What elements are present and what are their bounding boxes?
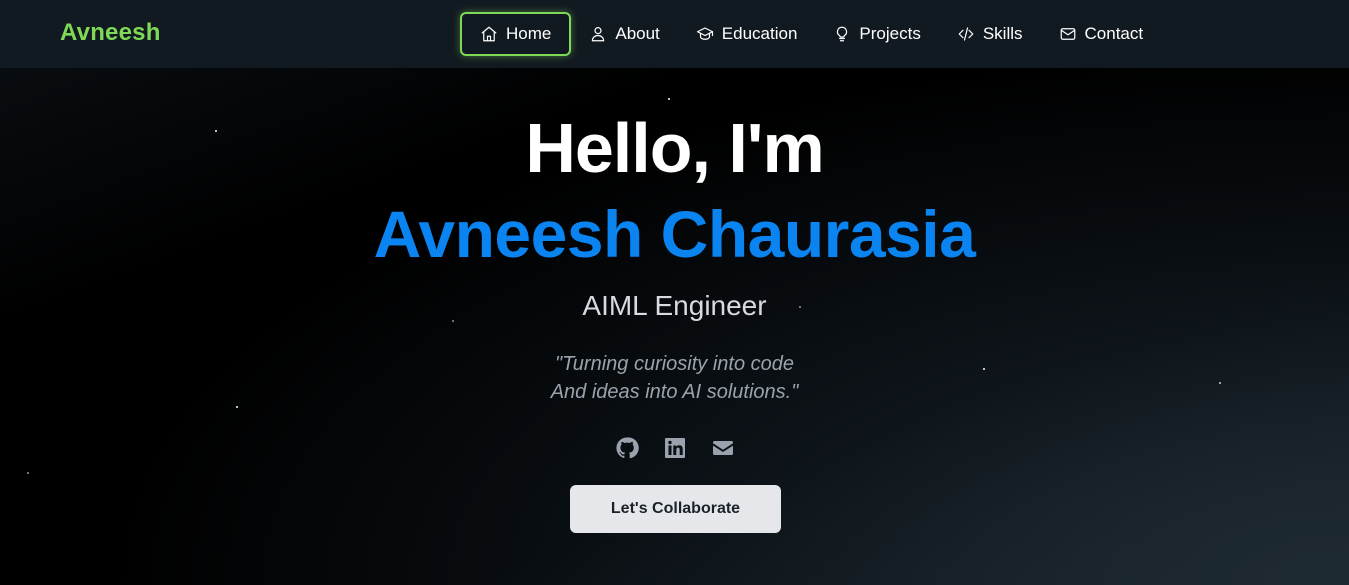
star bbox=[236, 406, 238, 408]
hero-role: AIML Engineer bbox=[582, 290, 767, 321]
lightbulb-icon bbox=[837, 26, 848, 42]
nav-projects-label: Projects bbox=[859, 24, 921, 43]
mail-icon bbox=[1060, 28, 1075, 40]
github-icon bbox=[615, 437, 639, 459]
hero-quote-line-2: And ideas into AI solutions." bbox=[550, 381, 799, 403]
nav-contact[interactable]: Contact bbox=[1041, 12, 1162, 56]
hero-greeting: Hello, I'm bbox=[525, 109, 824, 187]
nav-menu: Home About Education Projects Skills Con… bbox=[460, 12, 1161, 56]
user-icon bbox=[592, 27, 605, 42]
nav-education-label: Education bbox=[721, 24, 798, 43]
hero-name: Avneesh Chaurasia bbox=[373, 197, 976, 271]
nav-home[interactable]: Home bbox=[460, 12, 572, 56]
envelope-icon bbox=[712, 441, 733, 455]
github-link[interactable] bbox=[615, 436, 639, 460]
nav-skills-label: Skills bbox=[982, 24, 1023, 43]
star bbox=[27, 472, 29, 474]
home-icon bbox=[481, 26, 497, 42]
linkedin-icon bbox=[664, 438, 685, 458]
page: Avneesh Home About Education Projects Sk… bbox=[0, 0, 1349, 585]
star bbox=[668, 98, 670, 100]
graduation-cap-icon bbox=[696, 27, 713, 40]
nav-home-label: Home bbox=[506, 24, 552, 43]
linkedin-link[interactable] bbox=[663, 436, 687, 460]
hero-quote-line-1: "Turning curiosity into code bbox=[554, 353, 795, 375]
navbar: Avneesh Home About Education Projects Sk… bbox=[0, 0, 1349, 68]
collaborate-button[interactable]: Let's Collaborate bbox=[570, 485, 781, 533]
brand-logo[interactable]: Avneesh bbox=[60, 19, 161, 47]
nav-about[interactable]: About bbox=[571, 12, 677, 56]
social-links bbox=[0, 436, 1349, 460]
email-link[interactable] bbox=[711, 436, 735, 460]
nav-education[interactable]: Education bbox=[678, 12, 816, 56]
nav-skills[interactable]: Skills bbox=[939, 12, 1041, 56]
code-icon bbox=[958, 27, 974, 41]
hero-quote: "Turning curiosity into code And ideas i… bbox=[0, 350, 1349, 406]
nav-projects[interactable]: Projects bbox=[815, 12, 938, 56]
nav-contact-label: Contact bbox=[1084, 24, 1144, 43]
nav-about-label: About bbox=[615, 24, 660, 43]
